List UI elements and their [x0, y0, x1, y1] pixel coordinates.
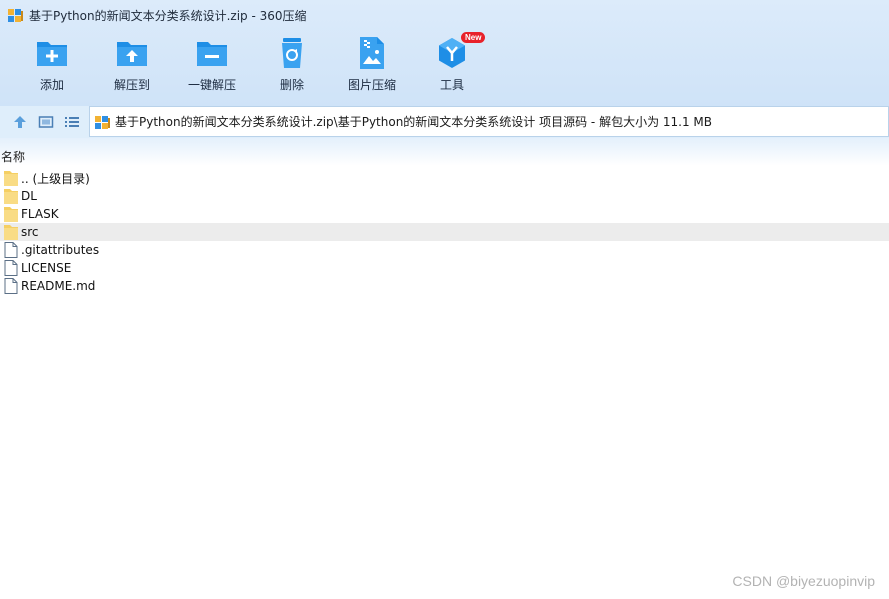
address-path: 基于Python的新闻文本分类系统设计.zip\基于Python的新闻文本分类系… [115, 115, 713, 129]
folder-icon [4, 207, 18, 222]
image-compress-icon [360, 37, 384, 69]
file-icon [4, 242, 18, 258]
add-label: 添加 [39, 78, 64, 92]
image-compress-label: 图片压缩 [347, 78, 396, 92]
list-item-readme[interactable]: README.md [0, 277, 889, 295]
add-folder-icon [37, 42, 67, 66]
list-item-gitattributes[interactable]: .gitattributes [0, 241, 889, 259]
thumbnail-view-icon[interactable] [38, 114, 54, 130]
csdn-watermark: CSDN @biyezuopinvip [732, 573, 875, 589]
list-item-name: src [21, 225, 39, 239]
address-bar[interactable]: 基于Python的新闻文本分类系统设计.zip\基于Python的新闻文本分类系… [89, 106, 889, 137]
list-item-src[interactable]: src [0, 223, 889, 241]
folder-icon [4, 189, 18, 204]
list-item-license[interactable]: LICENSE [0, 259, 889, 277]
archive-path-icon [95, 115, 110, 129]
title-bar: 基于Python的新闻文本分类系统设计.zip - 360压缩 [0, 0, 889, 30]
window-header: 基于Python的新闻文本分类系统设计.zip - 360压缩 添加 解压到 一… [0, 0, 889, 106]
delete-label: 删除 [279, 78, 304, 92]
folder-icon [4, 225, 18, 240]
list-item-name: README.md [21, 279, 96, 293]
extract-to-button[interactable]: 解压到 [97, 36, 167, 98]
new-badge: New [461, 32, 486, 43]
list-item-name: FLASK [21, 207, 59, 221]
archive-app-icon [8, 9, 23, 22]
address-row: 基于Python的新闻文本分类系统设计.zip\基于Python的新闻文本分类系… [0, 106, 889, 138]
column-header: 名称 [0, 138, 889, 166]
list-item-name: LICENSE [21, 261, 72, 275]
image-compress-button[interactable]: 图片压缩 [337, 36, 407, 98]
list-item-parent-dir[interactable]: .. (上级目录) [0, 169, 889, 187]
tools-button[interactable]: New 工具 [417, 32, 487, 98]
toolbar: 添加 解压到 一键解压 删除 图片压缩 New 工具 [0, 32, 889, 98]
list-item-name: DL [21, 189, 37, 203]
window-title: 基于Python的新闻文本分类系统设计.zip - 360压缩 [29, 8, 307, 23]
file-icon [4, 278, 18, 294]
one-click-extract-button[interactable]: 一键解压 [177, 36, 247, 98]
recycle-delete-icon [282, 38, 302, 68]
archive-window: 基于Python的新闻文本分类系统设计.zip - 360压缩 添加 解压到 一… [0, 0, 889, 599]
up-arrow-icon[interactable] [12, 114, 28, 130]
extract-to-icon [117, 42, 147, 66]
list-item-dl[interactable]: DL [0, 187, 889, 205]
one-click-extract-label: 一键解压 [187, 78, 236, 92]
file-list: .. (上级目录) DL FLASK src .gitattributes LI… [0, 169, 889, 295]
file-icon [4, 260, 18, 276]
delete-button[interactable]: 删除 [257, 36, 327, 98]
list-item-name: .gitattributes [21, 243, 100, 257]
list-item-name: .. (上级目录) [21, 171, 90, 186]
tools-label: 工具 [439, 78, 464, 92]
list-item-flask[interactable]: FLASK [0, 205, 889, 223]
one-click-extract-icon [197, 42, 227, 66]
name-column-header[interactable]: 名称 [1, 148, 25, 165]
list-view-icon[interactable] [64, 114, 80, 130]
add-button[interactable]: 添加 [17, 36, 87, 98]
folder-icon [4, 171, 18, 186]
extract-to-label: 解压到 [113, 78, 150, 92]
